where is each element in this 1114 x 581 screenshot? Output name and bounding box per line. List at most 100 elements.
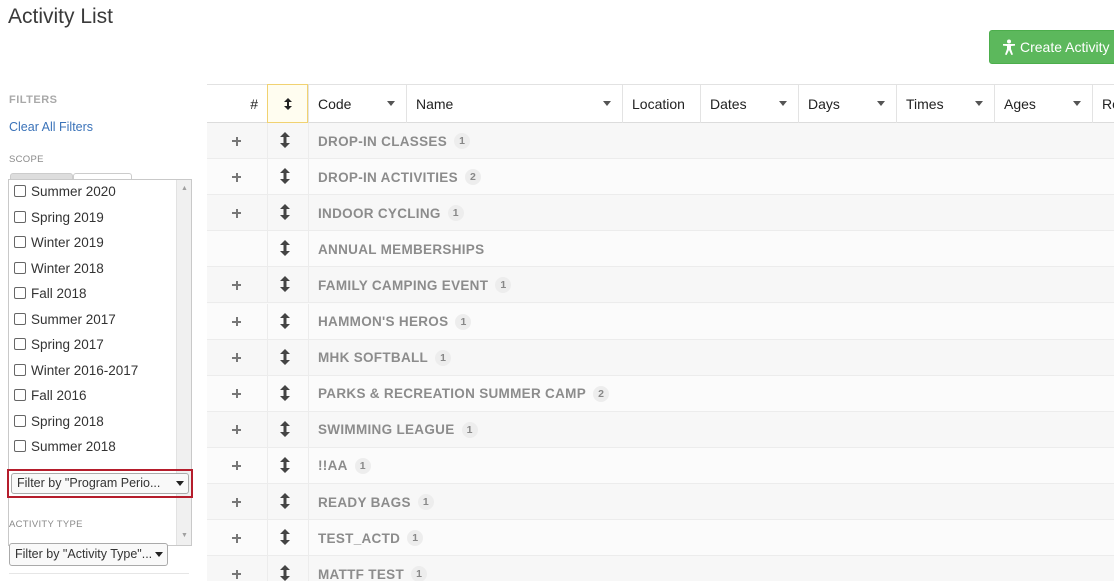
scope-item[interactable]: Winter 2019 [13, 232, 104, 252]
scope-item[interactable]: Spring 2019 [13, 207, 104, 227]
activity-name[interactable]: READY BAGS 1 [318, 484, 434, 520]
chevron-down-icon[interactable] [975, 101, 983, 106]
scope-checkbox[interactable] [14, 364, 26, 376]
scope-checkbox[interactable] [14, 287, 26, 299]
expand-plus-icon[interactable] [231, 316, 243, 328]
drag-handle-icon[interactable] [279, 384, 291, 401]
activity-name[interactable]: DROP-IN CLASSES 1 [318, 123, 471, 159]
drag-handle-icon[interactable] [279, 276, 291, 293]
scope-item[interactable]: Spring 2018 [13, 411, 104, 431]
table-row[interactable]: READY BAGS 1 [207, 484, 1114, 520]
clear-all-filters-link[interactable]: Clear All Filters [9, 120, 93, 134]
table-row[interactable]: MHK SOFTBALL 1 [207, 339, 1114, 376]
expand-plus-icon[interactable] [231, 279, 243, 291]
scope-checkbox[interactable] [14, 262, 26, 274]
drag-handle-icon[interactable] [279, 565, 291, 581]
activity-name[interactable]: INDOOR CYCLING 1 [318, 195, 464, 231]
scope-checkbox[interactable] [14, 211, 26, 223]
column-header-dates[interactable]: Dates [700, 85, 798, 123]
scope-checkbox[interactable] [14, 389, 26, 401]
column-header-number[interactable]: # [207, 85, 267, 123]
column-header-ages[interactable]: Ages [994, 85, 1092, 123]
chevron-down-icon[interactable] [1073, 101, 1081, 106]
scope-checkbox[interactable] [14, 440, 26, 452]
expand-plus-icon[interactable] [231, 460, 243, 472]
chevron-down-icon[interactable] [603, 101, 611, 106]
table-row[interactable]: SWIMMING LEAGUE 1 [207, 411, 1114, 448]
column-location-label: Location [632, 96, 685, 112]
create-activity-button[interactable]: Create Activity [989, 30, 1114, 64]
drag-handle-icon[interactable] [279, 420, 291, 437]
scope-item-label: Winter 2019 [31, 234, 104, 250]
activity-name[interactable]: !!AA 1 [318, 448, 371, 484]
activity-name[interactable]: SWIMMING LEAGUE 1 [318, 412, 478, 448]
expand-plus-icon[interactable] [231, 568, 243, 580]
scope-item[interactable]: Spring 2017 [13, 334, 104, 354]
column-header-location[interactable]: Location [622, 85, 700, 123]
scope-checkbox[interactable] [14, 185, 26, 197]
scope-checkbox[interactable] [14, 236, 26, 248]
expand-plus-icon[interactable] [231, 388, 243, 400]
drag-handle-icon[interactable] [279, 529, 291, 546]
activity-name[interactable]: MATTF TEST 1 [318, 556, 427, 581]
scope-item[interactable]: Fall 2016 [13, 385, 87, 405]
expand-plus-icon[interactable] [231, 424, 243, 436]
scope-item-label: Summer 2018 [31, 438, 116, 454]
scope-item[interactable]: Winter 2018 [13, 258, 104, 278]
activity-name[interactable]: FAMILY CAMPING EVENT 1 [318, 267, 512, 303]
column-header-order[interactable] [267, 84, 308, 123]
drag-handle-icon[interactable] [279, 204, 291, 221]
expand-plus-icon[interactable] [231, 135, 243, 147]
table-row[interactable]: TEST_ACTD 1 [207, 520, 1114, 557]
column-header-days[interactable]: Days [798, 85, 896, 123]
drag-handle-icon[interactable] [279, 312, 291, 329]
table-row[interactable]: INDOOR CYCLING 1 [207, 195, 1114, 232]
scope-item[interactable]: Fall 2018 [13, 283, 87, 303]
drag-handle-icon[interactable] [279, 168, 291, 185]
activity-name[interactable]: DROP-IN ACTIVITIES 2 [318, 159, 481, 195]
table-row[interactable]: !!AA 1 [207, 447, 1114, 484]
column-header-name[interactable]: Name [406, 85, 622, 123]
scope-item[interactable]: Summer 2017 [13, 309, 116, 329]
scope-checkbox[interactable] [14, 313, 26, 325]
expand-plus-icon[interactable] [231, 496, 243, 508]
scope-item[interactable]: Winter 2016-2017 [13, 360, 138, 380]
column-header-ro[interactable]: Ro [1092, 85, 1114, 123]
table-row[interactable]: HAMMON'S HEROS 1 [207, 303, 1114, 340]
activity-name[interactable]: MHK SOFTBALL 1 [318, 340, 452, 376]
table-row[interactable]: PARKS & RECREATION SUMMER CAMP 2 [207, 375, 1114, 412]
row-divider [267, 375, 268, 411]
chevron-down-icon[interactable] [779, 101, 787, 106]
activity-name[interactable]: TEST_ACTD 1 [318, 520, 424, 556]
expand-plus-icon[interactable] [231, 532, 243, 544]
chevron-down-icon[interactable] [387, 101, 395, 106]
drag-handle-icon[interactable] [279, 493, 291, 509]
table-row[interactable]: MATTF TEST 1 [207, 556, 1114, 581]
scope-item[interactable]: Summer 2020 [13, 181, 116, 201]
column-header-times[interactable]: Times [896, 85, 994, 123]
drag-handle-icon[interactable] [279, 456, 291, 473]
scope-checkbox[interactable] [14, 415, 26, 427]
table-row[interactable]: DROP-IN ACTIVITIES 2 [207, 159, 1114, 196]
scroll-down-icon[interactable]: ▼ [177, 529, 191, 543]
drag-handle-icon[interactable] [279, 132, 291, 148]
expand-plus-icon[interactable] [231, 352, 243, 364]
chevron-down-icon[interactable] [877, 101, 885, 106]
activity-name[interactable]: PARKS & RECREATION SUMMER CAMP 2 [318, 376, 610, 412]
scope-checkbox[interactable] [14, 338, 26, 350]
table-row[interactable]: DROP-IN CLASSES 1 [207, 123, 1114, 159]
table-row[interactable]: FAMILY CAMPING EVENT 1 [207, 267, 1114, 304]
activity-name[interactable]: ANNUAL MEMBERSHIPS [318, 231, 484, 267]
drag-handle-icon[interactable] [279, 240, 291, 257]
row-divider [308, 375, 309, 411]
drag-handle-icon[interactable] [279, 348, 291, 365]
scroll-up-icon[interactable]: ▲ [177, 182, 191, 196]
activity-type-filter-select[interactable]: Filter by "Activity Type"... [9, 543, 168, 566]
activity-name[interactable]: HAMMON'S HEROS 1 [318, 304, 472, 340]
expand-plus-icon[interactable] [231, 171, 243, 183]
scope-item[interactable]: Summer 2018 [13, 436, 116, 456]
program-period-filter-select[interactable]: Filter by "Program Perio... [11, 473, 189, 494]
expand-plus-icon[interactable] [231, 207, 243, 219]
table-row[interactable]: ANNUAL MEMBERSHIPS [207, 231, 1114, 268]
column-header-code[interactable]: Code [308, 85, 406, 123]
